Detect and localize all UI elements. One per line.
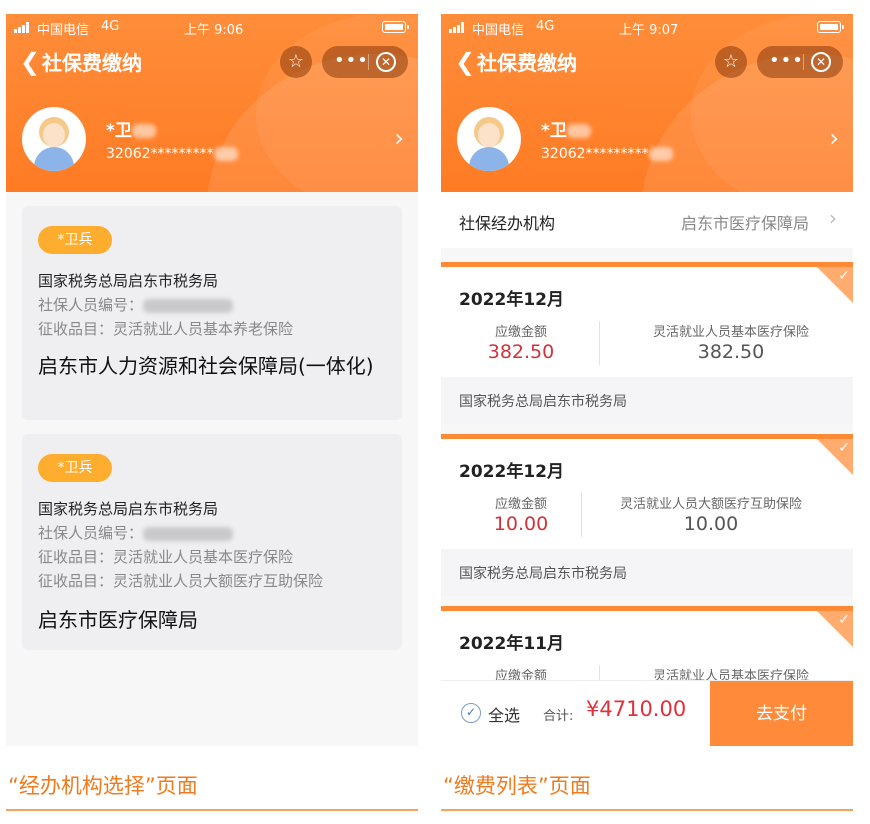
- agency-card[interactable]: *卫兵 国家税务总局启东市税务局 社保人员编号： 征收品目：灵活就业人员基本医疗…: [22, 434, 402, 650]
- menu-capsule: ••• ✕: [757, 46, 843, 78]
- header: 中国电信 4G 上午 9:06 ❮ 社保费缴纳 ☆ ••• ✕ *卫 32062…: [6, 14, 418, 192]
- status-bar: 中国电信 4G 上午 9:06: [6, 14, 418, 40]
- title-bar: ❮ 社保费缴纳 ☆ ••• ✕: [441, 46, 853, 80]
- bureau-name: 启东市医疗保障局: [38, 608, 198, 632]
- menu-capsule: ••• ✕: [322, 46, 408, 78]
- avatar: [457, 107, 521, 171]
- carrier-label: 中国电信: [37, 23, 90, 38]
- header: 中国电信 4G 上午 9:07 ❮ 社保费缴纳 ☆ ••• ✕ *卫 32062…: [441, 14, 853, 192]
- close-icon[interactable]: ✕: [376, 52, 396, 72]
- user-profile[interactable]: *卫 32062********* ›: [6, 102, 418, 176]
- payment-bar: ✓ 全选 合计: ¥4710.00 去支付: [441, 680, 853, 746]
- favorite-star-icon[interactable]: ☆: [715, 46, 747, 78]
- payment-period: 2022年12月: [459, 462, 564, 482]
- avatar: [22, 107, 86, 171]
- favorite-star-icon[interactable]: ☆: [280, 46, 312, 78]
- name-tag: *卫兵: [38, 226, 112, 254]
- chevron-right-icon: ›: [394, 124, 404, 152]
- agency-value: 启东市医疗保障局: [680, 214, 809, 233]
- insurance-amount: 10.00: [683, 513, 739, 535]
- back-icon[interactable]: ❮: [455, 49, 475, 75]
- insurance-item: 灵活就业人员大额医疗互助保险: [619, 497, 802, 512]
- bureau-name: 启东市人力资源和社会保障局(一体化): [38, 354, 374, 378]
- user-id-number: 32062*********: [541, 146, 673, 162]
- clock: 上午 9:06: [184, 23, 244, 38]
- amount-label: 应缴金额: [494, 325, 547, 340]
- select-all-checkbox[interactable]: ✓: [461, 703, 481, 723]
- tax-office: 国家税务总局启东市税务局: [38, 500, 219, 518]
- page-title: 社保费缴纳: [477, 51, 577, 75]
- network-label: 4G: [536, 19, 555, 34]
- close-icon[interactable]: ✕: [811, 52, 831, 72]
- agency-card[interactable]: *卫兵 国家税务总局启东市税务局 社保人员编号： 征收品目：灵活就业人员基本养老…: [22, 206, 402, 420]
- checkmark-icon[interactable]: ✓: [838, 268, 850, 284]
- agency-selector[interactable]: 社保经办机构 启东市医疗保障局 ›: [441, 192, 853, 248]
- insurance-item: 灵活就业人员基本医疗保险: [652, 325, 809, 340]
- user-name: *卫: [106, 116, 156, 141]
- signal-icon: [14, 22, 34, 33]
- social-number: 社保人员编号：: [38, 522, 234, 543]
- tax-office: 国家税务总局启东市税务局: [459, 394, 627, 410]
- back-icon[interactable]: ❮: [20, 49, 40, 75]
- collection-item: 征收品目：灵活就业人员基本养老保险: [38, 320, 294, 338]
- user-name: *卫: [541, 116, 591, 141]
- status-bar: 中国电信 4G 上午 9:07: [441, 14, 853, 40]
- amount-label: 应缴金额: [494, 497, 547, 512]
- screen-payment-list: 中国电信 4G 上午 9:07 ❮ 社保费缴纳 ☆ ••• ✕ *卫 32062…: [441, 14, 853, 746]
- collection-item: 征收品目：灵活就业人员基本医疗保险: [38, 548, 294, 566]
- payment-period: 2022年12月: [459, 290, 564, 310]
- insurance-amount: 382.50: [697, 341, 765, 363]
- tax-office-row: 国家税务总局启东市税务局: [441, 377, 853, 424]
- battery-icon: [817, 21, 844, 33]
- amount-due: 382.50: [487, 341, 555, 363]
- collection-item: 征收品目：灵活就业人员大额医疗互助保险: [38, 572, 324, 590]
- caption-underline: [441, 809, 853, 811]
- pay-button[interactable]: 去支付: [710, 681, 853, 746]
- payment-card[interactable]: ✓ 2022年12月 应缴金额 10.00 灵活就业人员大额医疗互助保险 10.…: [441, 434, 853, 596]
- checkmark-icon[interactable]: ✓: [838, 440, 850, 456]
- network-label: 4G: [101, 19, 120, 34]
- caption-left: “经办机构选择”页面: [8, 774, 198, 798]
- more-icon[interactable]: •••: [769, 46, 803, 78]
- tax-office-row: 国家税务总局启东市税务局: [441, 549, 853, 596]
- social-number: 社保人员编号：: [38, 294, 234, 315]
- payment-period: 2022年11月: [459, 634, 564, 654]
- payment-card[interactable]: ✓ 2022年11月 应缴金额 灵活就业人员基本医疗保险: [441, 606, 853, 686]
- amount-due: 10.00: [493, 513, 549, 535]
- caption-right: “缴费列表”页面: [443, 774, 591, 798]
- title-bar: ❮ 社保费缴纳 ☆ ••• ✕: [6, 46, 418, 80]
- tax-office: 国家税务总局启东市税务局: [38, 272, 219, 290]
- select-all-label[interactable]: 全选: [488, 702, 520, 726]
- total-amount: ¥4710.00: [586, 697, 687, 721]
- more-icon[interactable]: •••: [334, 46, 368, 78]
- caption-underline: [6, 809, 418, 811]
- checkmark-icon[interactable]: ✓: [838, 612, 850, 628]
- agency-label: 社保经办机构: [459, 214, 556, 233]
- chevron-right-icon: ›: [829, 206, 837, 230]
- screen-agency-selection: 中国电信 4G 上午 9:06 ❮ 社保费缴纳 ☆ ••• ✕ *卫 32062…: [6, 14, 418, 746]
- tax-office: 国家税务总局启东市税务局: [459, 566, 627, 582]
- clock: 上午 9:07: [619, 23, 679, 38]
- name-tag: *卫兵: [38, 454, 112, 482]
- user-profile[interactable]: *卫 32062********* ›: [441, 102, 853, 176]
- total-label: 合计:: [543, 709, 574, 724]
- page-title: 社保费缴纳: [42, 51, 142, 75]
- signal-icon: [449, 22, 469, 33]
- carrier-label: 中国电信: [472, 23, 525, 38]
- battery-icon: [382, 21, 409, 33]
- user-id-number: 32062*********: [106, 146, 238, 162]
- payment-card[interactable]: ✓ 2022年12月 应缴金额 382.50 灵活就业人员基本医疗保险 382.…: [441, 262, 853, 424]
- chevron-right-icon: ›: [829, 124, 839, 152]
